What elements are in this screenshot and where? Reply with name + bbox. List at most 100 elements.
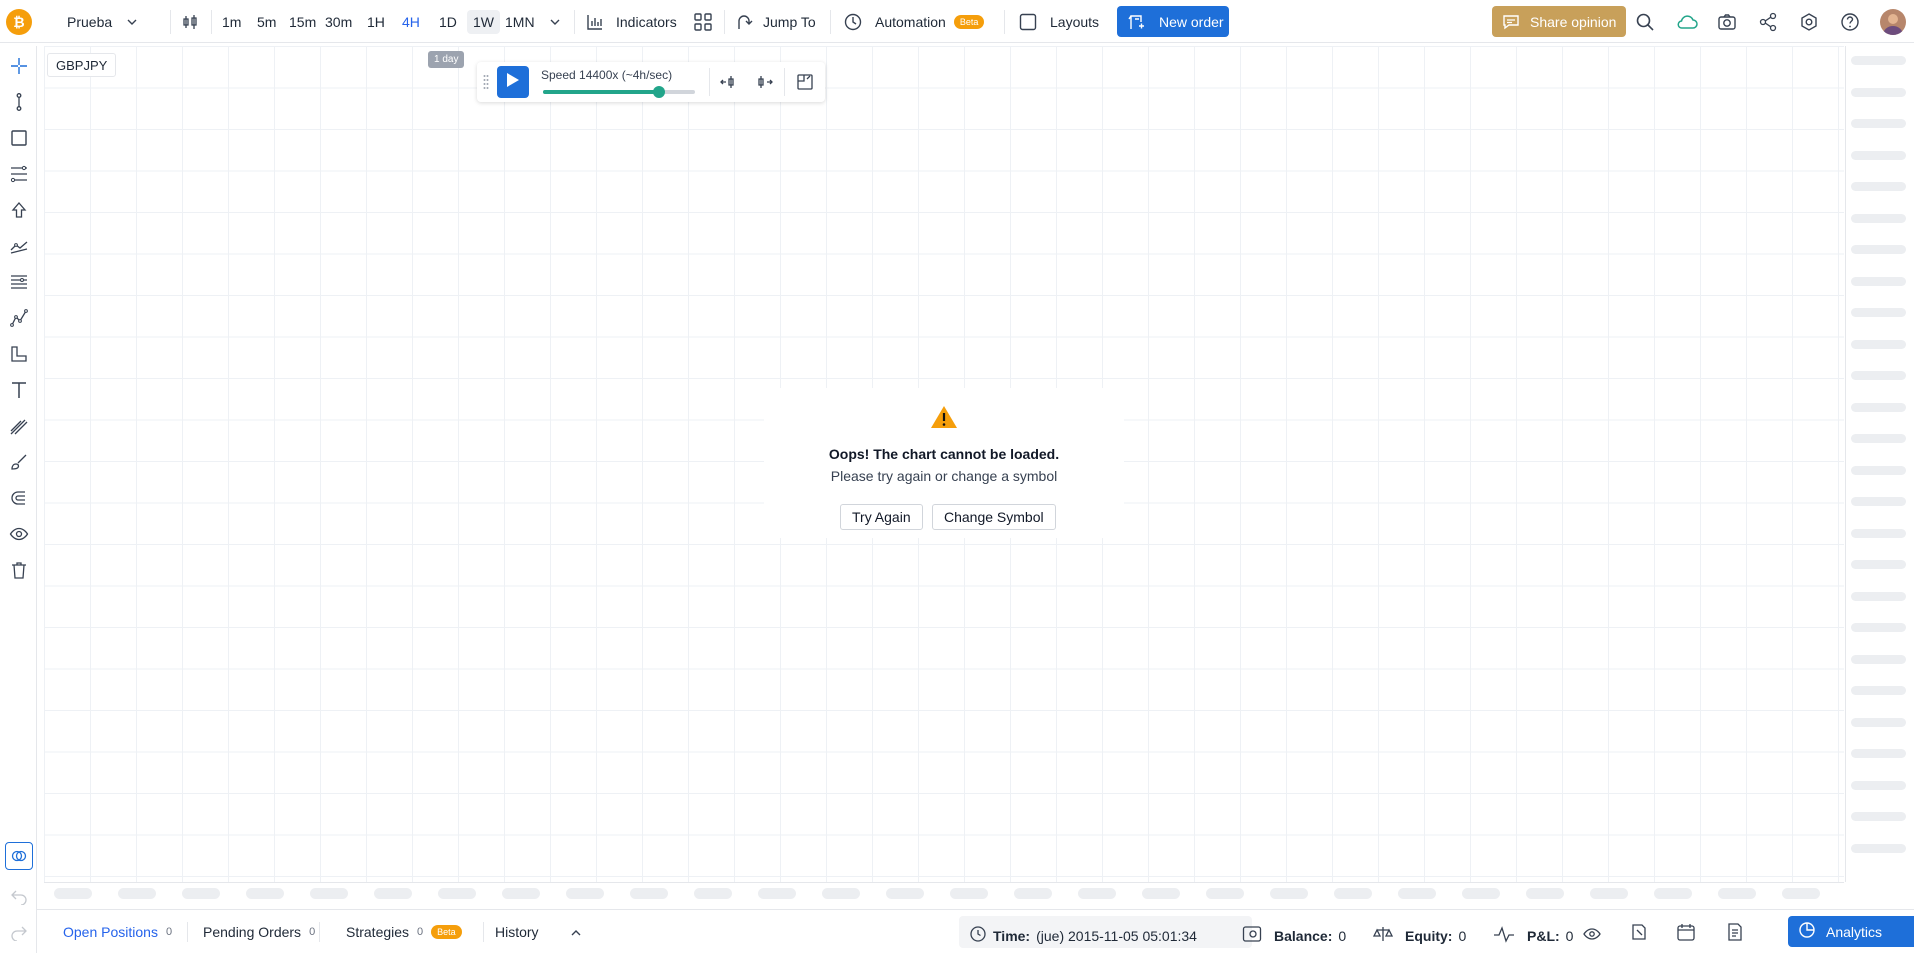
layouts-button[interactable]: Layouts [1019,10,1099,34]
time-axis-placeholder [822,888,860,899]
price-scale-placeholder [1851,434,1906,443]
eye-icon[interactable] [1583,925,1602,946]
timeframe-4h[interactable]: 4H [399,10,423,34]
pnl-label: P&L: [1527,927,1560,944]
timeframe-1h[interactable]: 1H [364,10,388,34]
step-back-icon[interactable] [719,72,739,97]
jump-arrow-icon [735,13,753,31]
eye-icon[interactable] [7,522,31,546]
settings-icon[interactable] [1799,10,1819,34]
timeframe-1mn[interactable]: 1MN [502,10,538,34]
avatar[interactable] [1880,9,1906,35]
time-value: (jue) 2015-11-05 05:01:34 [1036,927,1197,944]
timeframe-30m[interactable]: 30m [322,10,355,34]
polyline-icon[interactable] [7,306,31,330]
price-scale[interactable] [1845,46,1914,882]
text-icon[interactable] [7,378,31,402]
jump-to-label: Jump To [763,14,816,30]
fib-levels-icon[interactable] [7,162,31,186]
new-order-label: New order [1159,13,1224,30]
speed-slider-knob[interactable] [652,86,665,98]
account-selector[interactable]: Prueba [67,10,138,34]
timeframe-1w[interactable]: 1W [467,10,500,34]
wallet-icon [1242,925,1262,946]
undo-icon[interactable] [7,884,31,908]
tab-strategies[interactable]: Strategies 0 Beta [346,924,462,940]
price-scale-placeholder [1851,371,1906,380]
timeframe-1d[interactable]: 1D [436,10,460,34]
tab-open-positions[interactable]: Open Positions 0 [63,924,172,940]
calendar-icon[interactable] [1676,922,1696,947]
price-scale-placeholder [1851,150,1906,160]
templates-grid-icon[interactable] [693,10,713,34]
gann-icon[interactable] [7,270,31,294]
price-scale-placeholder [1851,497,1906,506]
try-again-button[interactable]: Try Again [840,504,923,530]
share-icon[interactable] [1758,10,1778,34]
tab-count: 0 [165,926,173,938]
symbol-label[interactable]: GBPJPY [47,53,117,77]
price-scale-placeholder [1851,749,1906,758]
drag-handle-icon[interactable] [483,74,489,95]
trash-icon[interactable] [7,558,31,582]
notes-icon[interactable] [1629,922,1649,947]
analytics-button[interactable]: Analytics [1788,916,1914,947]
tab-history[interactable]: History [495,924,539,940]
trend-line-icon[interactable] [7,90,31,114]
help-icon[interactable] [1840,10,1860,34]
speed-slider[interactable] [543,86,695,98]
replay-controls: Speed 14400x (~4h/sec) [477,62,825,102]
time-axis[interactable] [44,882,1844,906]
share-opinion-button[interactable]: Share opinion [1492,6,1626,37]
time-axis-placeholder [54,888,92,899]
change-symbol-button[interactable]: Change Symbol [932,504,1056,530]
play-button[interactable] [497,66,529,98]
tab-pending-orders[interactable]: Pending Orders 0 [203,924,315,940]
timeframe-tooltip: 1 day [428,51,465,68]
timeframe-15m[interactable]: 15m [286,10,319,34]
timeframe-5m[interactable]: 5m [254,10,279,34]
redo-icon[interactable] [7,920,31,944]
camera-icon[interactable] [1717,10,1737,34]
time-axis-placeholder [310,888,348,899]
timeframes-more-icon[interactable] [549,10,561,34]
pattern-icon[interactable] [7,234,31,258]
cloud-sync-icon[interactable] [1676,10,1698,34]
exit-replay-icon[interactable] [795,72,815,97]
app-logo[interactable]: ₿ [6,9,32,35]
ruler-icon[interactable] [7,342,31,366]
magnet-icon[interactable] [7,486,31,510]
timeframe-1m[interactable]: 1m [219,10,244,34]
time-axis-placeholder [694,888,732,899]
balance-value: 0 [1338,927,1347,944]
error-title: Oops! The chart cannot be loaded. [828,446,1060,462]
time-axis-placeholder [1078,888,1116,899]
equity-status: Equity: 0 [1372,925,1466,946]
time-axis-placeholder [1654,888,1692,899]
equity-label: Equity: [1405,927,1453,944]
brush-lines-icon[interactable] [7,414,31,438]
tab-count: 0 [417,926,424,938]
warning-icon [930,404,958,435]
time-axis-placeholder [118,888,156,899]
analytics-label: Analytics [1826,923,1883,940]
new-order-button[interactable]: New order [1117,6,1229,37]
indicators-button[interactable]: Indicators [586,10,677,34]
document-icon[interactable] [1725,922,1745,947]
time-axis-placeholder [438,888,476,899]
footer-bar: Open Positions 0 Pending Orders 0 Strate… [37,909,1914,953]
step-forward-icon[interactable] [754,72,774,97]
brush-icon[interactable] [7,450,31,474]
chevron-up-icon[interactable] [570,926,582,944]
automation-button[interactable]: Automation Beta [843,10,985,34]
crosshair-icon[interactable] [7,54,31,78]
search-icon[interactable] [1635,10,1655,34]
arrow-up-icon[interactable] [7,198,31,222]
jump-to-button[interactable]: Jump To [735,10,816,34]
rectangle-icon[interactable] [7,126,31,150]
time-axis-placeholder [1718,888,1756,899]
time-axis-placeholder [1206,888,1244,899]
drawing-toolbar [0,46,37,953]
chart-type-icon[interactable] [181,10,199,34]
sync-drawings-icon[interactable] [5,842,33,870]
